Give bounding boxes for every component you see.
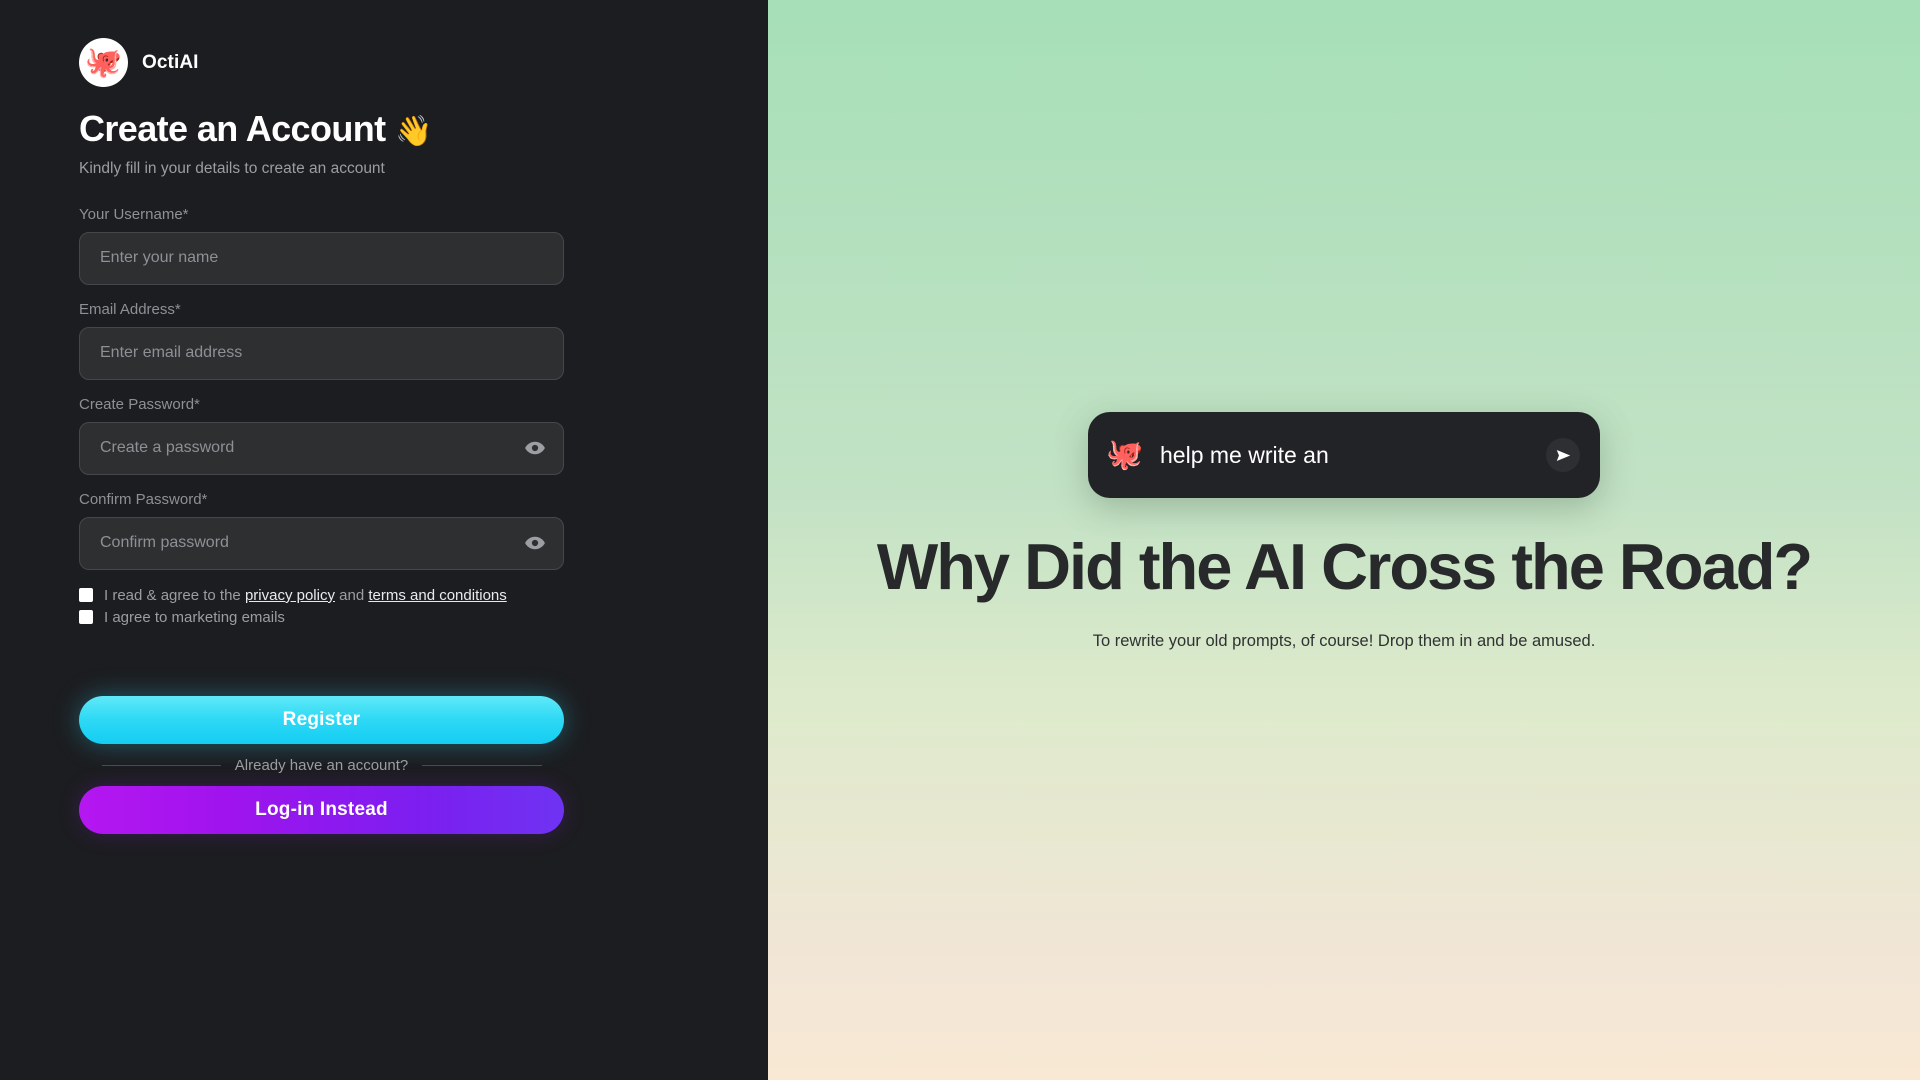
page-title-text: Create an Account <box>79 108 386 149</box>
field-email: Email Address* <box>79 301 564 380</box>
register-button[interactable]: Register <box>79 695 564 744</box>
login-instead-button[interactable]: Log-in Instead <box>79 785 564 834</box>
consent-row-terms: I read & agree to the privacy policy and… <box>79 587 564 604</box>
confirm-password-input[interactable] <box>79 516 564 570</box>
toggle-confirm-password-visibility-button[interactable] <box>523 531 547 555</box>
terms-prefix: I read & agree to the <box>104 586 245 604</box>
brand-logo-glyph: 🐙 <box>84 45 123 79</box>
divider-text: Already have an account? <box>234 756 409 774</box>
field-confirm-password: Confirm Password* <box>79 491 564 570</box>
auth-form-container: 🐙 OctiAI Create an Account 👋 Kindly fill… <box>79 38 564 834</box>
privacy-policy-link[interactable]: privacy policy <box>245 587 335 604</box>
terms-checkbox[interactable] <box>79 588 93 603</box>
divider: Already have an account? <box>101 756 542 774</box>
email-input[interactable] <box>79 326 564 380</box>
divider-line-left <box>101 764 221 766</box>
chat-avatar-glyph: 🐙 <box>1106 438 1144 471</box>
username-input-wrap <box>79 231 564 285</box>
toggle-create-password-visibility-button[interactable] <box>523 436 547 460</box>
email-input-wrap <box>79 326 564 380</box>
page-title: Create an Account 👋 <box>79 109 564 149</box>
chat-prompt-bar[interactable]: 🐙 help me write an <box>1088 412 1600 498</box>
marketing-label: I agree to marketing emails <box>104 608 285 626</box>
octopus-icon: 🐙 <box>1106 436 1144 474</box>
create-password-label: Create Password* <box>79 395 200 413</box>
brand: 🐙 OctiAI <box>79 38 564 87</box>
chat-prompt-text: help me write an <box>1160 441 1329 468</box>
marketing-checkbox[interactable] <box>79 610 93 625</box>
page-subtitle: Kindly fill in your details to create an… <box>79 159 385 177</box>
consent-row-marketing: I agree to marketing emails <box>79 609 564 626</box>
promo-subtitle: To rewrite your old prompts, of course! … <box>1092 632 1596 650</box>
send-button[interactable] <box>1546 438 1580 472</box>
username-input[interactable] <box>79 231 564 285</box>
send-icon <box>1556 449 1570 461</box>
field-username: Your Username* <box>79 206 564 285</box>
divider-line-right <box>422 764 542 766</box>
terms-label: I read & agree to the privacy policy and… <box>104 587 507 604</box>
waving-hand-icon: 👋 <box>394 115 432 148</box>
consent-group: I read & agree to the privacy policy and… <box>79 587 564 626</box>
octopus-icon: 🐙 <box>79 38 128 87</box>
create-password-input-wrap <box>79 421 564 475</box>
promo-panel: 🐙 help me write an Why Did the AI Cross … <box>768 0 1920 1080</box>
eye-icon <box>525 441 545 455</box>
promo-headline: Why Did the AI Cross the Road? <box>876 530 1813 603</box>
brand-name: OctiAI <box>142 51 199 73</box>
confirm-password-label: Confirm Password* <box>79 490 208 508</box>
terms-middle: and <box>334 586 369 604</box>
confirm-password-input-wrap <box>79 516 564 570</box>
terms-and-conditions-link[interactable]: terms and conditions <box>368 587 506 604</box>
create-password-input[interactable] <box>79 421 564 475</box>
auth-panel: 🐙 OctiAI Create an Account 👋 Kindly fill… <box>0 0 768 1080</box>
field-create-password: Create Password* <box>79 396 564 475</box>
email-label: Email Address* <box>79 300 181 318</box>
eye-icon <box>525 536 545 550</box>
username-label: Your Username* <box>79 205 189 223</box>
